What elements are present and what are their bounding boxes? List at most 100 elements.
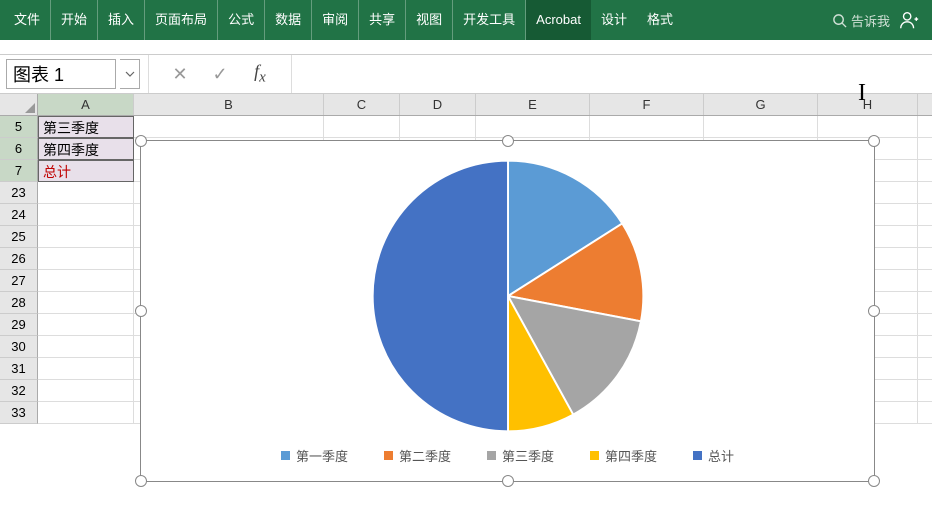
resize-handle[interactable]	[502, 135, 514, 147]
column-header-C[interactable]: C	[324, 94, 400, 115]
column-header-A[interactable]: A	[38, 94, 134, 115]
resize-handle[interactable]	[868, 475, 880, 487]
ribbon-tab-layout[interactable]: 页面布局	[145, 0, 218, 40]
row-header-29[interactable]: 29	[0, 314, 38, 336]
row-header-24[interactable]: 24	[0, 204, 38, 226]
ribbon-tab-view[interactable]: 视图	[406, 0, 453, 40]
ribbon-tab-share[interactable]: 共享	[359, 0, 406, 40]
legend-label: 第二季度	[399, 446, 451, 465]
insert-function-button[interactable]: fx	[247, 61, 273, 87]
cell-C5[interactable]	[324, 116, 400, 138]
resize-handle[interactable]	[868, 135, 880, 147]
row-header-33[interactable]: 33	[0, 402, 38, 424]
select-all-corner[interactable]	[0, 94, 38, 115]
x-icon: ✕	[172, 64, 187, 85]
formula-bar: ✕ ✓ fx	[0, 54, 932, 94]
legend-swatch	[693, 451, 702, 460]
formula-input[interactable]	[300, 59, 932, 89]
cell-B5[interactable]	[134, 116, 324, 138]
cell-A27[interactable]	[38, 270, 134, 292]
cell-A30[interactable]	[38, 336, 134, 358]
user-add-icon[interactable]	[898, 9, 920, 31]
resize-handle[interactable]	[135, 135, 147, 147]
cell-A33[interactable]	[38, 402, 134, 424]
legend-item[interactable]: 第四季度	[590, 446, 657, 465]
ribbon-tab-data[interactable]: 数据	[265, 0, 312, 40]
cell-A25[interactable]	[38, 226, 134, 248]
ribbon-tab-insert[interactable]: 插入	[98, 0, 145, 40]
legend-item[interactable]: 第二季度	[384, 446, 451, 465]
row-headers: 5672324252627282930313233	[0, 116, 38, 424]
row-header-28[interactable]: 28	[0, 292, 38, 314]
chevron-down-icon	[125, 69, 135, 79]
resize-handle[interactable]	[135, 475, 147, 487]
column-header-D[interactable]: D	[400, 94, 476, 115]
name-box-dropdown[interactable]	[120, 59, 140, 89]
cell-A32[interactable]	[38, 380, 134, 402]
row-header-23[interactable]: 23	[0, 182, 38, 204]
column-headers: ABCDEFGH	[0, 94, 932, 116]
cell-E5[interactable]	[476, 116, 590, 138]
cell-F5[interactable]	[590, 116, 704, 138]
tell-me-search[interactable]: 告诉我	[832, 11, 890, 30]
legend-label: 第四季度	[605, 446, 657, 465]
cell-D5[interactable]	[400, 116, 476, 138]
tell-me-label: 告诉我	[851, 11, 890, 30]
row-header-6[interactable]: 6	[0, 138, 38, 160]
formula-cancel-button[interactable]: ✕	[167, 61, 193, 87]
legend-label: 第一季度	[296, 446, 348, 465]
resize-handle[interactable]	[135, 305, 147, 317]
cell-A23[interactable]	[38, 182, 134, 204]
row-header-30[interactable]: 30	[0, 336, 38, 358]
column-header-H[interactable]: H	[818, 94, 918, 115]
resize-handle[interactable]	[502, 475, 514, 487]
ribbon-tab-devtools[interactable]: 开发工具	[453, 0, 526, 40]
row-header-27[interactable]: 27	[0, 270, 38, 292]
row-header-31[interactable]: 31	[0, 358, 38, 380]
column-header-G[interactable]: G	[704, 94, 818, 115]
row-header-7[interactable]: 7	[0, 160, 38, 182]
legend-swatch	[487, 451, 496, 460]
column-header-E[interactable]: E	[476, 94, 590, 115]
cell-A26[interactable]	[38, 248, 134, 270]
cell-A6[interactable]: 第四季度	[38, 138, 134, 160]
ribbon-tab-format[interactable]: 格式	[637, 0, 683, 40]
ribbon-tab-home[interactable]: 开始	[51, 0, 98, 40]
legend-swatch	[590, 451, 599, 460]
legend-label: 总计	[708, 446, 734, 465]
cell-A29[interactable]	[38, 314, 134, 336]
legend-item[interactable]: 第三季度	[487, 446, 554, 465]
formula-enter-button[interactable]: ✓	[207, 61, 233, 87]
pie-chart[interactable]	[363, 151, 653, 444]
cell-A7[interactable]: 总计	[38, 160, 134, 182]
cell-A31[interactable]	[38, 358, 134, 380]
chart-object[interactable]: 第一季度 第二季度 第三季度 第四季度 总计	[140, 140, 875, 482]
ribbon-tab-review[interactable]: 审阅	[312, 0, 359, 40]
legend-item[interactable]: 第一季度	[281, 446, 348, 465]
ribbon-tab-design[interactable]: 设计	[591, 0, 637, 40]
ribbon-tab-formulas[interactable]: 公式	[218, 0, 265, 40]
search-icon	[832, 13, 847, 28]
column-header-F[interactable]: F	[590, 94, 704, 115]
legend-item[interactable]: 总计	[693, 446, 734, 465]
fx-icon: fx	[254, 61, 266, 87]
name-box[interactable]	[6, 59, 116, 89]
column-header-B[interactable]: B	[134, 94, 324, 115]
row-header-26[interactable]: 26	[0, 248, 38, 270]
cell-A24[interactable]	[38, 204, 134, 226]
cell-H5[interactable]	[818, 116, 918, 138]
ribbon-tab-acrobat[interactable]: Acrobat	[526, 0, 591, 40]
chart-legend[interactable]: 第一季度 第二季度 第三季度 第四季度 总计	[141, 446, 874, 465]
row-header-5[interactable]: 5	[0, 116, 38, 138]
row-header-25[interactable]: 25	[0, 226, 38, 248]
ribbon-tab-file[interactable]: 文件	[0, 0, 51, 40]
resize-handle[interactable]	[868, 305, 880, 317]
legend-swatch	[384, 451, 393, 460]
pie-slice[interactable]	[372, 161, 507, 432]
cell-G5[interactable]	[704, 116, 818, 138]
row-header-32[interactable]: 32	[0, 380, 38, 402]
cell-A5[interactable]: 第三季度	[38, 116, 134, 138]
legend-swatch	[281, 451, 290, 460]
check-icon: ✓	[212, 64, 227, 85]
cell-A28[interactable]	[38, 292, 134, 314]
